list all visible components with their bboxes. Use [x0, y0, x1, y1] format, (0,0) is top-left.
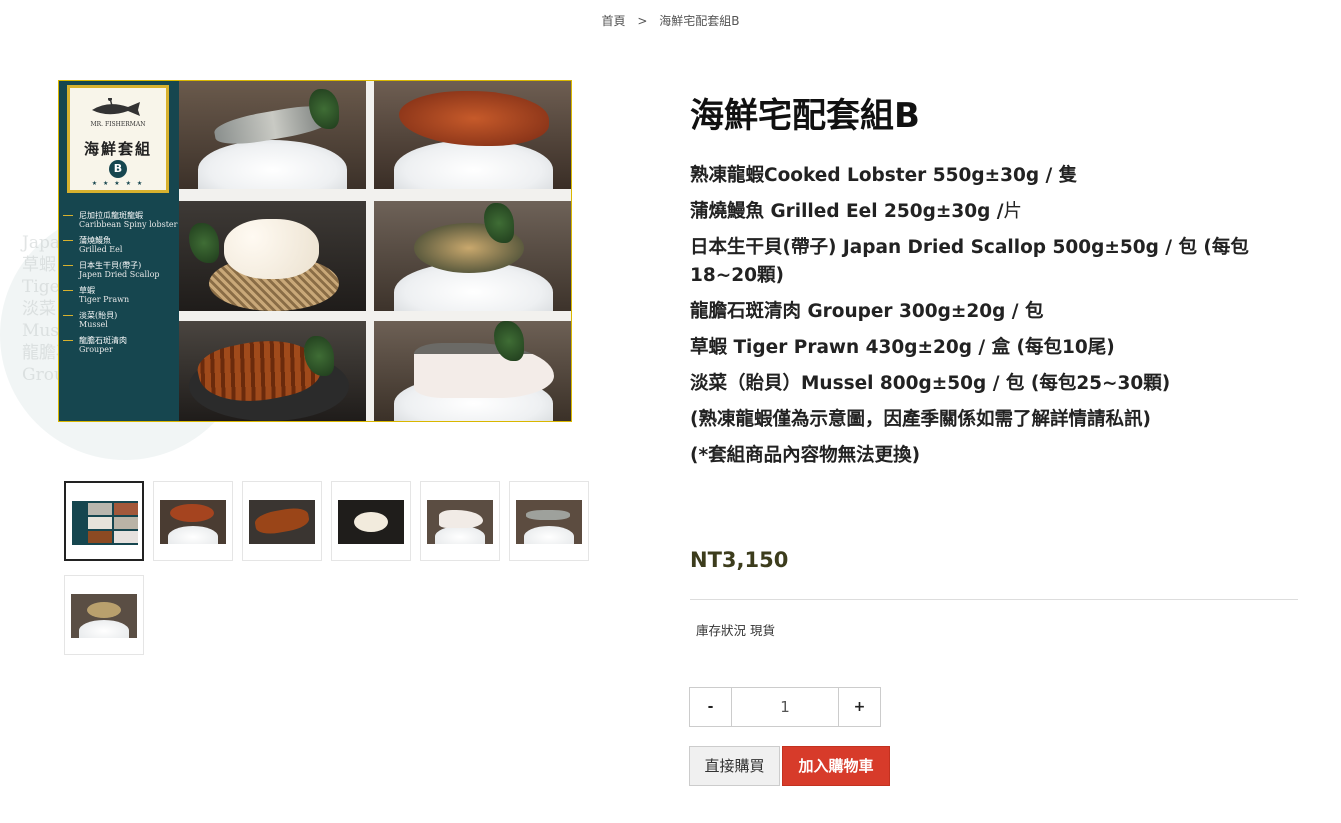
brand-badge: MR. FISHERMAN 海鮮套組 B ★ ★ ★ ★ ★	[67, 85, 169, 193]
promo-item: 淡菜(貽貝) Mussel	[63, 311, 179, 329]
product-description: 熟凍龍蝦Cooked Lobster 550g±30g / 隻 蒲燒鰻魚 Gri…	[690, 162, 1290, 478]
photo-grid	[179, 81, 571, 421]
thumbnail-prawn[interactable]	[509, 481, 589, 561]
item-line-lobster: 熟凍龍蝦Cooked Lobster 550g±30g / 隻	[690, 165, 1078, 186]
breadcrumb: 首頁 > 海鮮宅配套組B	[0, 12, 1341, 29]
badge-set: B	[109, 160, 127, 178]
grouper-photo	[374, 321, 571, 421]
lobster-photo	[374, 81, 571, 189]
eel-photo	[179, 321, 366, 421]
mussel-photo	[374, 201, 571, 311]
scallop-photo	[179, 201, 366, 311]
thumbnail-mussel[interactable]	[64, 575, 144, 655]
promo-item: 尼加拉瓜龍斑龍蝦 Caribbean Spiny lobster	[63, 211, 179, 229]
thumbnail-lobster[interactable]	[153, 481, 233, 561]
quantity-stepper: - 1 +	[689, 687, 881, 727]
prawn-photo	[179, 81, 366, 189]
promo-item: 蒲燒鰻魚 Grilled Eel	[63, 236, 179, 254]
thumbnail-scallop[interactable]	[331, 481, 411, 561]
thumbnail-combo[interactable]	[64, 481, 144, 561]
note-lobster-image: (熟凍龍蝦僅為示意圖，因產季關係如需了解詳情請私訊)	[690, 409, 1151, 430]
badge-brand: MR. FISHERMAN	[90, 121, 146, 128]
main-product-image[interactable]: MR. FISHERMAN 海鮮套組 B ★ ★ ★ ★ ★ 尼加拉瓜龍斑龍蝦 C…	[58, 80, 572, 422]
item-line-scallop: 日本生干貝(帶子) Japan Dried Scallop 500g±50g /…	[690, 237, 1249, 286]
breadcrumb-separator: >	[637, 14, 648, 28]
fisherman-logo-icon	[92, 98, 140, 116]
thumbnail-eel[interactable]	[242, 481, 322, 561]
thumbnail-grouper[interactable]	[420, 481, 500, 561]
breadcrumb-home-link[interactable]: 首頁	[602, 14, 626, 28]
add-to-cart-button[interactable]: 加入購物車	[782, 746, 890, 786]
divider	[690, 599, 1298, 600]
product-price: NT3,150	[690, 548, 789, 572]
item-line-prawn: 草蝦 Tiger Prawn 430g±20g / 盒 (每包10尾)	[690, 337, 1115, 358]
stock-status: 庫存狀況 現貨	[696, 623, 775, 638]
promo-item: 草蝦 Tiger Prawn	[63, 286, 179, 304]
product-title: 海鮮宅配套組B	[690, 96, 920, 136]
promo-item: 日本生干貝(帶子) Japen Dried Scallop	[63, 261, 179, 279]
badge-stars: ★ ★ ★ ★ ★	[91, 180, 145, 187]
promo-item: 龍膽石斑清肉 Grouper	[63, 336, 179, 354]
buy-now-button[interactable]: 直接購買	[689, 746, 780, 786]
quantity-plus-button[interactable]: +	[838, 687, 881, 727]
promo-panel: MR. FISHERMAN 海鮮套組 B ★ ★ ★ ★ ★ 尼加拉瓜龍斑龍蝦 C…	[59, 81, 179, 421]
quantity-input[interactable]: 1	[732, 687, 838, 727]
breadcrumb-current: 海鮮宅配套組B	[659, 14, 740, 28]
item-line-grouper: 龍膽石斑清肉 Grouper 300g±20g / 包	[690, 301, 1044, 322]
note-no-exchange: (*套組商品內容物無法更換)	[690, 445, 921, 466]
promo-item-list: 尼加拉瓜龍斑龍蝦 Caribbean Spiny lobster 蒲燒鰻魚 Gril…	[63, 211, 179, 361]
quantity-minus-button[interactable]: -	[689, 687, 732, 727]
item-line-mussel: 淡菜（貽貝）Mussel 800g±50g / 包 (每包25~30顆)	[690, 373, 1171, 394]
item-line-eel: 蒲燒鰻魚 Grilled Eel 250g±30g /片	[690, 201, 1023, 222]
badge-title: 海鮮套組	[83, 140, 152, 158]
